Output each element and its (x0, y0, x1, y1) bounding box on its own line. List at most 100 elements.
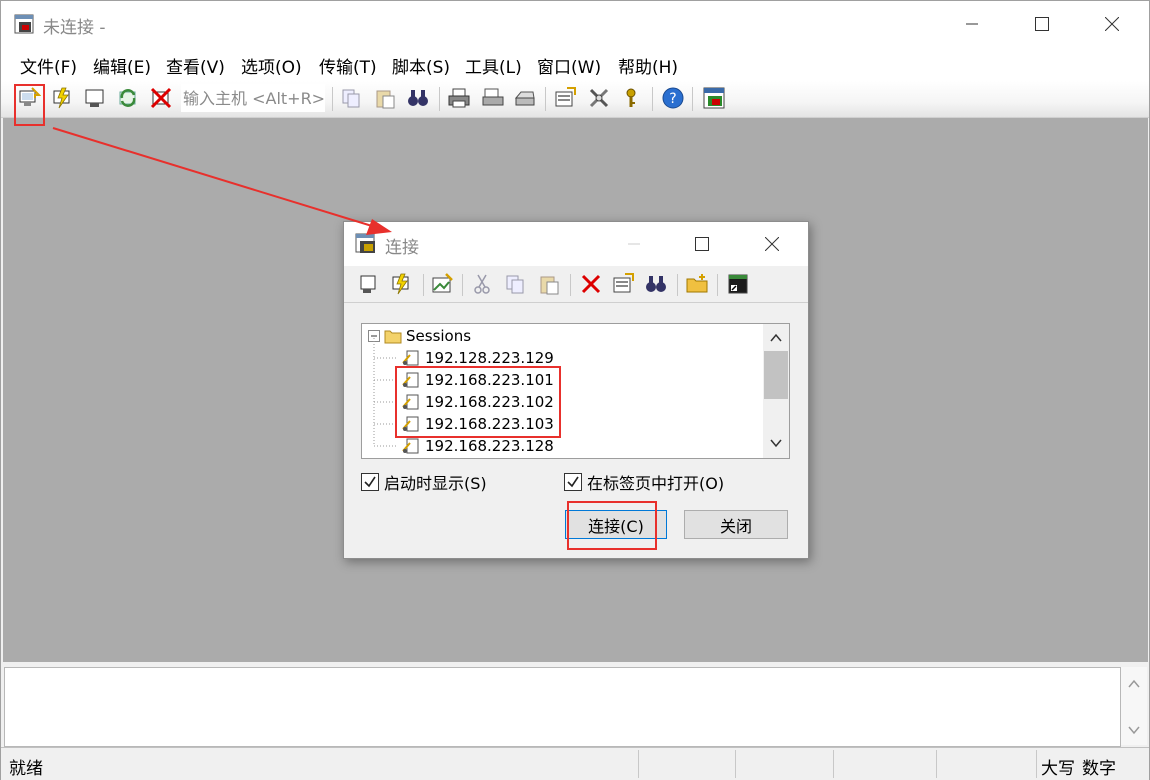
toolbar-separator (570, 274, 571, 296)
session-icon (402, 416, 419, 432)
status-bar: 就绪 大写 数字 (1, 747, 1149, 780)
status-divider (833, 750, 834, 778)
tools-icon (589, 88, 609, 108)
close-dialog-button[interactable]: 关闭 (684, 510, 788, 539)
session-item[interactable]: 192.168.223.101 (402, 369, 554, 391)
caps-lock-indicator: 大写 (1041, 759, 1075, 779)
status-divider (735, 750, 736, 778)
app-icon (14, 14, 34, 34)
desktop-shortcut-button[interactable] (725, 271, 751, 297)
find-button[interactable] (405, 85, 431, 111)
menu-options[interactable]: 选项(O) (241, 53, 302, 78)
toolbar-separator (423, 274, 424, 296)
session-tree: Sessions 192.128.223.129 192.168.223.101… (361, 323, 790, 459)
printer-button[interactable] (512, 85, 538, 111)
quick-connect-button[interactable] (49, 85, 75, 111)
status-text: 就绪 (9, 759, 43, 779)
checkbox-box[interactable] (564, 473, 582, 491)
new-session-icon (432, 273, 453, 293)
session-item[interactable]: 192.128.223.129 (402, 347, 554, 369)
menu-edit[interactable]: 编辑(E) (93, 53, 151, 78)
toolbar-separator (439, 87, 440, 111)
minimize-icon (628, 243, 640, 245)
print-setup-button[interactable] (480, 85, 506, 111)
session-item[interactable]: 192.168.223.102 (402, 391, 554, 413)
menu-file[interactable]: 文件(F) (20, 53, 77, 78)
session-icon (402, 372, 419, 388)
keymap-button[interactable] (618, 85, 644, 111)
delete-icon (581, 274, 601, 294)
connect-dialog: 连接 Sessions 192.128.223.129 192.168.223.… (343, 221, 809, 559)
menu-view[interactable]: 查看(V) (166, 53, 225, 78)
delete-button[interactable] (578, 271, 604, 297)
copy-icon (506, 275, 524, 294)
checkmark-icon (364, 476, 376, 488)
session-label: 192.168.223.128 (425, 437, 554, 455)
num-lock-indicator: 数字 (1082, 759, 1116, 779)
checkbox-box[interactable] (361, 473, 379, 491)
dialog-maximize-button[interactable] (675, 222, 729, 266)
new-folder-button[interactable] (684, 271, 710, 297)
menu-bar: 文件(F) 编辑(E) 查看(V) 选项(O) 传输(T) 脚本(S) 工具(L… (1, 47, 1149, 81)
minimize-button[interactable] (937, 1, 1007, 47)
toolbar-separator (717, 274, 718, 296)
show-on-startup-checkbox[interactable]: 启动时显示(S) (361, 470, 487, 494)
menu-tools[interactable]: 工具(L) (465, 53, 522, 78)
session-item[interactable]: 192.168.223.103 (402, 413, 554, 435)
session-tree-scrollbar[interactable] (763, 324, 789, 458)
open-in-tab-checkbox[interactable]: 在标签页中打开(O) (564, 470, 724, 494)
copy-button[interactable] (338, 85, 364, 111)
dialog-copy-button[interactable] (502, 271, 528, 297)
dialog-paste-button[interactable] (536, 271, 562, 297)
menu-transfer[interactable]: 传输(T) (319, 53, 377, 78)
connect-dialog-button[interactable]: 连接(C) (565, 510, 667, 539)
disconnect-button[interactable] (148, 85, 174, 111)
paste-button[interactable] (372, 85, 398, 111)
connect-in-tab-button[interactable] (82, 85, 108, 111)
session-options-button[interactable] (552, 85, 578, 111)
maximize-button[interactable] (1007, 1, 1077, 47)
close-button[interactable] (1077, 1, 1147, 47)
dialog-title: 连接 (385, 238, 419, 258)
title-bar: 未连接 - (1, 1, 1149, 47)
quick-connect-icon (392, 273, 409, 295)
connect-icon (19, 87, 41, 106)
host-input[interactable] (181, 84, 325, 112)
session-label: 192.168.223.102 (425, 393, 554, 411)
command-window-scrollbar[interactable] (1121, 667, 1147, 745)
toolbar-separator (545, 87, 546, 111)
menu-window[interactable]: 窗口(W) (537, 53, 601, 78)
session-item[interactable]: 192.168.223.128 (402, 435, 554, 457)
dialog-close-button[interactable] (745, 222, 799, 266)
dialog-connect-button[interactable] (356, 271, 382, 297)
dialog-quick-connect-button[interactable] (388, 271, 414, 297)
menu-help[interactable]: 帮助(H) (618, 53, 678, 78)
dialog-find-button[interactable] (643, 271, 669, 297)
global-options-button[interactable] (586, 85, 612, 111)
disconnect-icon (150, 87, 172, 109)
menu-script[interactable]: 脚本(S) (392, 53, 450, 78)
about-button[interactable] (701, 85, 727, 111)
session-label: 192.128.223.129 (425, 349, 554, 367)
close-icon (765, 237, 779, 251)
cut-button[interactable] (469, 271, 495, 297)
session-icon (402, 350, 419, 366)
minimize-icon (966, 23, 978, 25)
connect-button[interactable] (16, 85, 42, 111)
help-button[interactable]: ? (660, 85, 686, 111)
toolbar-separator (677, 274, 678, 296)
paste-icon (376, 90, 395, 109)
paste-icon (540, 276, 559, 295)
connect-icon (360, 275, 376, 293)
dialog-minimize-button[interactable] (607, 222, 661, 266)
reconnect-button[interactable] (115, 85, 141, 111)
print-button[interactable] (446, 85, 472, 111)
new-session-button[interactable] (429, 271, 455, 297)
quick-connect-icon (53, 87, 70, 109)
new-folder-icon (686, 274, 708, 293)
window-title: 未连接 - (43, 18, 106, 38)
properties-button[interactable] (610, 271, 636, 297)
toolbar-separator (462, 274, 463, 296)
session-label: 192.168.223.101 (425, 371, 554, 389)
command-window[interactable] (4, 667, 1121, 747)
